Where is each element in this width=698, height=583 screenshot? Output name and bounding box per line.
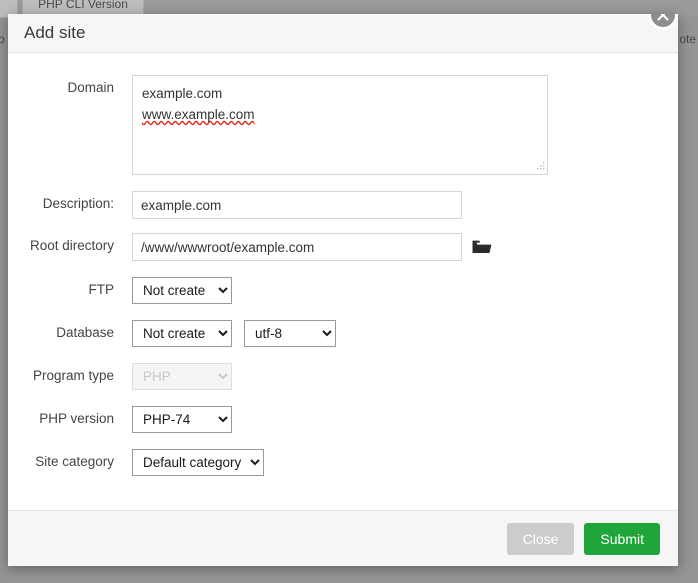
background-left-text: o (0, 32, 5, 46)
site-category-control: Default category (132, 449, 678, 476)
php-version-select[interactable]: PHP-74PHP-73PHP-72PHP-71PHP-56Static (132, 406, 232, 433)
root-directory-input[interactable] (132, 233, 462, 261)
root-directory-label: Root directory (8, 233, 132, 259)
form-row-php-version: PHP version PHP-74PHP-73PHP-72PHP-71PHP-… (8, 406, 678, 433)
description-label: Description: (8, 191, 132, 217)
database-charset-select[interactable]: utf-8gbkbig5utf8mb4 (244, 320, 336, 347)
php-version-label: PHP version (8, 406, 132, 432)
submit-button[interactable]: Submit (584, 523, 660, 555)
domain-line-2-text: www.example.com (142, 107, 255, 122)
form-row-program-type: Program type PHP (8, 363, 678, 390)
ftp-label: FTP (8, 277, 132, 303)
domain-input[interactable]: example.com www.example.com (132, 75, 548, 175)
description-control (132, 191, 678, 219)
database-control: Not createMySQL utf-8gbkbig5utf8mb4 (132, 320, 678, 347)
program-type-select: PHP (132, 363, 232, 390)
database-select[interactable]: Not createMySQL (132, 320, 232, 347)
form-row-root-directory: Root directory (8, 233, 678, 261)
database-label: Database (8, 320, 132, 346)
close-x-glyph (651, 14, 675, 27)
page-title: Add site (24, 23, 85, 43)
form-row-ftp: FTP Not createCreate (8, 277, 678, 304)
dialog-body: Domain example.com www.example.com (8, 53, 678, 519)
program-type-control: PHP (132, 363, 678, 390)
domain-control: example.com www.example.com (132, 75, 678, 175)
ftp-select[interactable]: Not createCreate (132, 277, 232, 304)
close-button[interactable]: Close (507, 523, 575, 555)
form-row-site-category: Site category Default category (8, 449, 678, 476)
site-category-select[interactable]: Default category (132, 449, 264, 476)
php-version-control: PHP-74PHP-73PHP-72PHP-71PHP-56Static (132, 406, 678, 433)
program-type-label: Program type (8, 363, 132, 389)
ftp-control: Not createCreate (132, 277, 678, 304)
root-directory-control (132, 233, 678, 261)
background-right-text: ote (679, 32, 696, 46)
resize-grip-icon[interactable] (535, 162, 545, 172)
folder-icon[interactable] (472, 239, 492, 255)
add-site-dialog: Add site Domain example.com www.example.… (8, 14, 678, 566)
site-category-label: Site category (8, 449, 132, 475)
dialog-header: Add site (8, 14, 678, 53)
folder-glyph (472, 239, 492, 255)
domain-line-2: www.example.com (142, 104, 538, 125)
form-row-domain: Domain example.com www.example.com (8, 75, 678, 175)
form-row-database: Database Not createMySQL utf-8gbkbig5utf… (8, 320, 678, 347)
form-row-description: Description: (8, 191, 678, 219)
description-input[interactable] (132, 191, 462, 219)
dialog-footer: Close Submit (8, 510, 678, 566)
domain-line-1: example.com (142, 83, 538, 104)
domain-label: Domain (8, 75, 132, 101)
